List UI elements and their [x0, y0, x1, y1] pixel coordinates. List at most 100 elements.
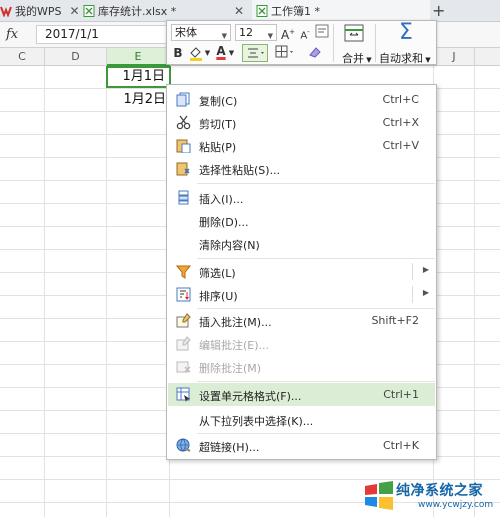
- border-icon[interactable]: [274, 44, 296, 62]
- menu-item-insert[interactable]: 插入(I)...: [168, 186, 435, 209]
- menu-item-hyperlink[interactable]: 超链接(H)... Ctrl+K: [168, 434, 435, 457]
- menu-item-label: 剪切(T): [199, 118, 237, 131]
- format-cells-icon: [176, 387, 191, 402]
- shortcut-label: Ctrl+X: [382, 116, 419, 129]
- chevron-down-icon[interactable]: ▼: [228, 44, 235, 62]
- wrap-text-icon[interactable]: [315, 24, 329, 38]
- column-d-header[interactable]: D: [45, 48, 107, 66]
- font-name-select[interactable]: 宋体 ▼: [171, 24, 231, 41]
- fill-color-icon[interactable]: [187, 44, 205, 62]
- formula-input[interactable]: 2017/1/1: [36, 25, 171, 44]
- tab-my-wps[interactable]: 我的WPS ✕: [0, 0, 80, 22]
- autosum-sigma-icon[interactable]: Σ: [395, 21, 417, 45]
- menu-item-label: 插入(I)...: [199, 193, 244, 206]
- close-icon[interactable]: ✕: [70, 4, 80, 18]
- submenu-divider: [412, 263, 413, 280]
- font-color-icon[interactable]: A: [214, 42, 228, 60]
- tab-label: 工作簿1 *: [271, 5, 320, 18]
- close-icon[interactable]: ✕: [234, 4, 244, 18]
- windows-logo-icon: [365, 481, 393, 510]
- scissors-icon: [176, 115, 191, 130]
- autosum-label: 自动求和: [379, 52, 423, 65]
- column-k-header[interactable]: [475, 48, 500, 66]
- add-tab-icon[interactable]: +: [432, 1, 445, 20]
- menu-item-label: 排序(U): [199, 290, 238, 303]
- toolbar-divider: [333, 24, 334, 62]
- menu-item-label: 删除(D)...: [199, 216, 249, 229]
- submenu-arrow-icon: ▶: [422, 288, 429, 297]
- fx-label[interactable]: fx: [6, 27, 18, 42]
- toolbar-divider: [375, 24, 376, 62]
- context-menu: 复制(C) Ctrl+C 剪切(T) Ctrl+X 粘贴(P) Ctrl+V 选…: [166, 84, 437, 460]
- tab-workbook1[interactable]: 工作簿1 *: [252, 0, 430, 22]
- clear-format-eraser-icon[interactable]: [307, 44, 323, 62]
- shortcut-label: Ctrl+C: [382, 93, 419, 106]
- column-j-header[interactable]: J: [434, 48, 475, 66]
- menu-item-label: 筛选(L): [199, 267, 236, 280]
- column-e-header[interactable]: E: [107, 48, 170, 66]
- menu-separator: [197, 381, 435, 382]
- menu-item-insert-comment[interactable]: 插入批注(M)... Shift+F2: [168, 309, 435, 332]
- merge-cells-icon[interactable]: [344, 23, 364, 45]
- menu-item-label: 删除批注(M): [199, 362, 262, 375]
- menu-item-label: 复制(C): [199, 95, 238, 108]
- menu-item-cut[interactable]: 剪切(T) Ctrl+X: [168, 111, 435, 134]
- chevron-down-icon[interactable]: ▼: [204, 44, 211, 62]
- menu-separator: [197, 183, 435, 184]
- filter-icon: [175, 264, 192, 279]
- align-center-icon[interactable]: [242, 44, 268, 62]
- shortcut-label: Ctrl+V: [382, 139, 419, 152]
- menu-item-filter[interactable]: 筛选(L) ▶: [168, 260, 435, 283]
- menu-item-delete[interactable]: 删除(D)...: [168, 209, 435, 232]
- hyperlink-icon: [176, 438, 191, 453]
- menu-item-label: 清除内容(N): [199, 239, 260, 252]
- menu-item-format-cells[interactable]: 设置单元格格式(F)... Ctrl+1: [168, 383, 435, 406]
- watermark-url: www.ycwjzy.com: [418, 500, 494, 510]
- column-c-header[interactable]: C: [0, 48, 45, 66]
- menu-item-pick-from-dropdown[interactable]: 从下拉列表中选择(K)...: [168, 408, 435, 431]
- menu-item-delete-comment: 删除批注(M): [168, 355, 435, 378]
- menu-item-paste[interactable]: 粘贴(P) Ctrl+V: [168, 134, 435, 157]
- increase-font-icon[interactable]: A+: [280, 23, 296, 42]
- menu-item-label: 编辑批注(E)...: [199, 339, 270, 352]
- wps-icon: [0, 5, 12, 18]
- menu-item-label: 超链接(H)...: [199, 441, 260, 454]
- insert-comment-icon: [176, 313, 191, 328]
- font-name-value: 宋体: [175, 26, 197, 39]
- delete-comment-icon: [176, 359, 191, 374]
- submenu-divider: [412, 286, 413, 303]
- paste-icon: [176, 138, 191, 154]
- merge-button[interactable]: 合并 ▼: [342, 50, 372, 66]
- menu-item-label: 从下拉列表中选择(K)...: [199, 415, 314, 428]
- mini-format-toolbar: 宋体 ▼ 12 ▼ A+ A- B ▼ A ▼ 合并 ▼ Σ 自动求和 ▼: [166, 20, 437, 65]
- menu-item-edit-comment: 编辑批注(E)...: [168, 332, 435, 355]
- watermark-title: 纯净系统之家: [396, 483, 483, 499]
- cell-e2[interactable]: 1月2日: [107, 89, 170, 111]
- insert-icon: [176, 190, 191, 205]
- spreadsheet-file-icon: [256, 5, 268, 17]
- tab-label: 库存统计.xlsx *: [98, 5, 177, 18]
- sort-icon: [176, 287, 191, 302]
- copy-icon: [176, 92, 191, 107]
- menu-item-sort[interactable]: 排序(U) ▶: [168, 283, 435, 306]
- edit-comment-icon: [176, 336, 191, 351]
- tab-bar: 我的WPS ✕ 库存统计.xlsx * ✕ 工作簿1 * +: [0, 0, 500, 22]
- menu-item-copy[interactable]: 复制(C) Ctrl+C: [168, 88, 435, 111]
- font-size-select[interactable]: 12 ▼: [235, 24, 277, 41]
- menu-item-clear-contents[interactable]: 清除内容(N): [168, 232, 435, 255]
- menu-item-paste-special[interactable]: 选择性粘贴(S)...: [168, 157, 435, 180]
- tab-label: 我的WPS: [15, 5, 62, 18]
- spreadsheet-file-icon: [83, 5, 95, 17]
- merge-label: 合并: [342, 52, 364, 65]
- autosum-button[interactable]: 自动求和 ▼: [379, 50, 431, 66]
- chevron-down-icon: ▼: [267, 32, 273, 40]
- bold-button[interactable]: B: [172, 44, 184, 62]
- menu-item-label: 选择性粘贴(S)...: [199, 164, 281, 177]
- menu-item-label: 粘贴(P): [199, 141, 237, 154]
- tab-inventory[interactable]: 库存统计.xlsx * ✕: [80, 0, 250, 22]
- cell-e1[interactable]: 1月1日: [106, 66, 171, 88]
- font-size-value: 12: [239, 26, 253, 39]
- decrease-font-icon[interactable]: A-: [297, 23, 313, 41]
- shortcut-label: Ctrl+K: [382, 439, 419, 452]
- shortcut-label: Ctrl+1: [383, 388, 419, 401]
